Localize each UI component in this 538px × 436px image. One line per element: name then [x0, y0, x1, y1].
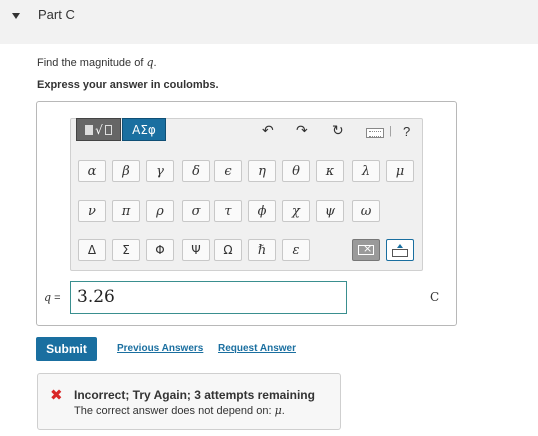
undo-icon[interactable]: ↶	[262, 124, 274, 138]
keyboard-icon	[392, 248, 408, 257]
submit-button[interactable]: Submit	[36, 337, 97, 361]
show-keyboard-key[interactable]	[386, 239, 414, 261]
symbol-psi-key[interactable]: ψ	[316, 200, 344, 222]
symbol-epsilon-key[interactable]: ϵ	[214, 160, 242, 182]
answer-equals: =	[51, 292, 61, 304]
redo-icon[interactable]: ↷	[296, 124, 308, 138]
reset-icon[interactable]: ↻	[332, 124, 344, 138]
symbol-sigma-key[interactable]: σ	[182, 200, 210, 222]
toolbar-separator: |	[389, 125, 392, 137]
symbol-alpha-key[interactable]: α	[78, 160, 106, 182]
prompt-variable: q	[146, 56, 154, 69]
answer-variable: q	[44, 291, 52, 304]
answer-label: q =	[44, 291, 61, 304]
answer-instruction: Express your answer in coulombs.	[37, 79, 219, 91]
symbol-delta-key[interactable]: δ	[182, 160, 210, 182]
feedback-title: Incorrect; Try Again; 3 attempts remaini…	[74, 388, 315, 402]
symbol-chi-key[interactable]: χ	[282, 200, 310, 222]
help-icon[interactable]: ?	[403, 124, 410, 139]
symbol-capital-delta-key[interactable]: Δ	[78, 239, 106, 261]
backspace-icon	[358, 242, 374, 255]
request-answer-link[interactable]: Request Answer	[218, 343, 296, 354]
symbol-tau-key[interactable]: τ	[214, 200, 242, 222]
symbol-capital-sigma-key[interactable]: Σ	[112, 239, 140, 261]
symbol-omega-key[interactable]: ω	[352, 200, 380, 222]
caret-down-icon[interactable]	[12, 13, 20, 19]
error-x-icon: ✖	[50, 386, 63, 404]
symbol-theta-key[interactable]: θ	[282, 160, 310, 182]
greek-symbols-tab[interactable]: ΑΣφ	[122, 118, 166, 141]
symbol-hbar-key[interactable]: ℏ	[248, 239, 276, 261]
symbol-rho-key[interactable]: ρ	[146, 200, 174, 222]
symbol-gamma-key[interactable]: γ	[146, 160, 174, 182]
question-prompt: Find the magnitude of q.	[37, 56, 157, 69]
part-header[interactable]: Part C	[0, 0, 538, 44]
delete-key[interactable]	[352, 239, 380, 261]
symbol-capital-omega-key[interactable]: Ω	[214, 239, 242, 261]
answer-input[interactable]: 3.26	[70, 281, 347, 314]
prompt-suffix: .	[153, 57, 157, 69]
part-title: Part C	[38, 7, 75, 22]
template-box-icon	[85, 124, 94, 135]
symbol-phi-key[interactable]: ϕ	[248, 200, 276, 222]
prompt-text: Find the magnitude of	[37, 57, 147, 69]
symbol-lambda-key[interactable]: λ	[352, 160, 380, 182]
feedback-text: The correct answer does not depend on: μ…	[74, 404, 285, 417]
symbol-kappa-key[interactable]: κ	[316, 160, 344, 182]
sqrt-icon: √	[95, 122, 103, 137]
feedback-variable: μ	[274, 404, 282, 417]
symbol-beta-key[interactable]: β	[112, 160, 140, 182]
symbol-varepsilon-key[interactable]: ε	[282, 239, 310, 261]
feedback-text-suffix: .	[281, 405, 285, 417]
previous-answers-link[interactable]: Previous Answers	[117, 343, 203, 354]
arrow-up-icon	[397, 243, 403, 248]
symbol-nu-key[interactable]: ν	[78, 200, 106, 222]
symbol-pi-key[interactable]: π	[112, 200, 140, 222]
feedback-text-prefix: The correct answer does not depend on:	[74, 405, 275, 417]
template-box-icon	[104, 124, 112, 135]
symbol-mu-key[interactable]: μ	[386, 160, 414, 182]
answer-unit: C	[430, 290, 440, 304]
symbol-eta-key[interactable]: η	[248, 160, 276, 182]
templates-button[interactable]: √	[76, 118, 121, 141]
symbol-capital-phi-key[interactable]: Φ	[146, 239, 174, 261]
keyboard-shortcuts-icon[interactable]	[366, 128, 384, 138]
symbol-capital-psi-key[interactable]: Ψ	[182, 239, 210, 261]
